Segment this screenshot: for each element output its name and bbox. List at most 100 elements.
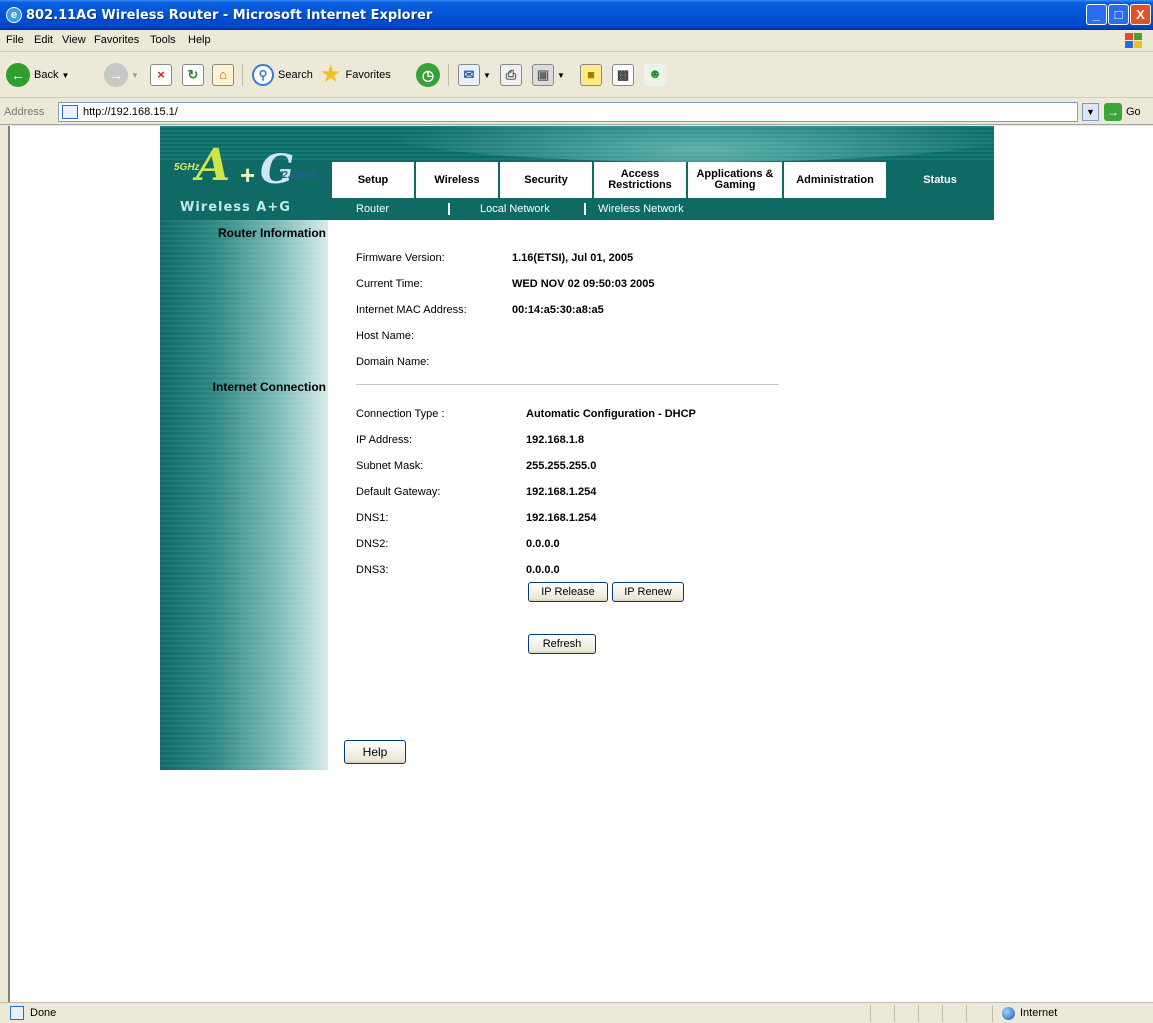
tab-wireless[interactable]: Wireless — [416, 162, 500, 198]
search-icon: ⚲ — [252, 64, 274, 86]
status-text: Done — [30, 1007, 57, 1019]
ip-renew-button[interactable]: IP Renew — [612, 582, 684, 602]
router-information-heading: Router Information — [218, 226, 326, 240]
tab-administration[interactable]: Administration — [784, 162, 888, 198]
window-title: 802.11AG Wireless Router - Microsoft Int… — [26, 8, 433, 23]
mail-dropdown-icon[interactable]: ▼ — [483, 71, 491, 80]
menu-favorites[interactable]: Favorites — [94, 34, 139, 46]
tab-security[interactable]: Security — [500, 162, 594, 198]
dns2-label: DNS2: — [356, 538, 389, 550]
print-button[interactable]: ⎙ — [500, 62, 522, 88]
mail-button[interactable]: ✉ ▼ — [458, 62, 491, 88]
ip-release-button[interactable]: IP Release — [528, 582, 608, 602]
maximize-button[interactable]: □ — [1108, 4, 1129, 25]
toolbar: ← Back ▼ → ▼ × ↻ ⌂ ⚲ Search ★ Favorites … — [0, 52, 1153, 98]
router-logo: A 5GHz + G 2.4GHz Wireless A+G — [160, 126, 328, 220]
address-input[interactable]: http://192.168.15.1/ — [58, 102, 1078, 122]
messenger-icon: ☻ — [644, 64, 666, 86]
edit-icon: ▣ — [532, 64, 554, 86]
close-button[interactable]: X — [1130, 4, 1151, 25]
discuss-button[interactable]: ■ — [580, 62, 602, 88]
home-button[interactable]: ⌂ — [212, 62, 234, 88]
ip-address-value: 192.168.1.8 — [526, 434, 585, 446]
edit-button[interactable]: ▣ ▼ — [532, 62, 565, 88]
menu-file[interactable]: File — [6, 34, 24, 46]
current-time-label: Current Time: — [356, 278, 423, 290]
back-label: Back — [34, 69, 59, 81]
connection-type-value: Automatic Configuration - DHCP — [526, 408, 696, 420]
ie-app-icon: e — [6, 7, 22, 23]
history-button[interactable]: ◷ — [416, 62, 440, 88]
search-button[interactable]: ⚲ Search — [252, 62, 313, 88]
main-tabs: Setup Wireless Security Access Restricti… — [332, 162, 992, 198]
menu-view[interactable]: View — [62, 34, 86, 46]
refresh-toolbar-button[interactable]: ↻ — [182, 62, 204, 88]
research-button[interactable]: ▩ — [612, 62, 634, 88]
page-icon — [62, 105, 78, 119]
subnet-mask-label: Subnet Mask: — [356, 460, 424, 472]
messenger-button[interactable]: ☻ — [644, 62, 666, 88]
refresh-button[interactable]: Refresh — [528, 634, 596, 654]
dns3-value: 0.0.0.0 — [526, 564, 560, 576]
favorites-button[interactable]: ★ Favorites — [320, 62, 391, 88]
connection-type-label: Connection Type : — [356, 408, 445, 420]
address-dropdown-icon[interactable]: ▼ — [1082, 103, 1099, 121]
stop-button[interactable]: × — [150, 62, 172, 88]
history-icon: ◷ — [416, 63, 440, 87]
default-gateway-value: 192.168.1.254 — [526, 486, 597, 498]
help-button[interactable]: Help — [344, 740, 406, 764]
minimize-button[interactable]: _ — [1086, 4, 1107, 25]
windows-logo-icon — [1123, 32, 1145, 50]
domain-name-label: Domain Name: — [356, 356, 430, 368]
home-icon: ⌂ — [212, 64, 234, 86]
menu-help[interactable]: Help — [188, 34, 211, 46]
dns2-value: 0.0.0.0 — [526, 538, 560, 550]
forward-arrow-icon: → — [104, 63, 128, 87]
research-icon: ▩ — [612, 64, 634, 86]
security-zone-label: Internet — [1020, 1007, 1058, 1019]
current-time-value: WED NOV 02 09:50:03 2005 — [512, 278, 655, 290]
go-button[interactable]: → Go — [1104, 103, 1141, 121]
back-arrow-icon: ← — [6, 63, 30, 87]
stop-icon: × — [150, 64, 172, 86]
dns3-label: DNS3: — [356, 564, 389, 576]
host-name-label: Host Name: — [356, 330, 415, 342]
dns1-label: DNS1: — [356, 512, 389, 524]
go-arrow-icon: → — [1104, 103, 1122, 121]
internet-connection-heading: Internet Connection — [212, 380, 326, 394]
menu-tools[interactable]: Tools — [150, 34, 176, 46]
logo-24ghz: 2.4GHz — [282, 170, 316, 181]
edit-dropdown-icon[interactable]: ▼ — [557, 71, 565, 80]
default-gateway-label: Default Gateway: — [356, 486, 441, 498]
print-icon: ⎙ — [500, 64, 522, 86]
tab-access-restrictions[interactable]: Access Restrictions — [594, 162, 688, 198]
mac-value: 00:14:a5:30:a8:a5 — [512, 304, 604, 316]
internet-zone-icon — [1002, 1007, 1015, 1020]
refresh-icon: ↻ — [182, 64, 204, 86]
mac-label: Internet MAC Address: — [356, 304, 467, 316]
back-dropdown-icon[interactable]: ▼ — [61, 71, 69, 80]
status-bar: Done Internet — [0, 1002, 1153, 1023]
tab-setup[interactable]: Setup — [332, 162, 416, 198]
forward-button[interactable]: → ▼ — [104, 62, 139, 88]
back-button[interactable]: ← Back ▼ — [6, 62, 69, 88]
note-icon: ■ — [580, 64, 602, 86]
address-url: http://192.168.15.1/ — [83, 106, 178, 118]
ip-address-label: IP Address: — [356, 434, 413, 446]
status-subtabs: Router Local Network Wireless Network — [332, 200, 992, 220]
subtab-router[interactable]: Router — [356, 203, 389, 215]
tab-applications-gaming[interactable]: Applications & Gaming — [688, 162, 784, 198]
subtab-local-network[interactable]: Local Network — [480, 203, 550, 215]
star-icon: ★ — [320, 61, 342, 88]
search-label: Search — [278, 69, 313, 81]
page-viewport: A 5GHz + G 2.4GHz Wireless A+G Setup Wir… — [8, 126, 1153, 1002]
tab-status[interactable]: Status — [888, 162, 992, 198]
logo-a-letter: A — [196, 140, 231, 191]
menu-edit[interactable]: Edit — [34, 34, 53, 46]
subnet-mask-value: 255.255.255.0 — [526, 460, 597, 472]
page-done-icon — [10, 1006, 24, 1020]
address-label: Address — [4, 106, 45, 118]
forward-dropdown-icon[interactable]: ▼ — [131, 71, 139, 80]
logo-product-name: Wireless A+G — [180, 200, 291, 215]
subtab-wireless-network[interactable]: Wireless Network — [598, 203, 684, 215]
